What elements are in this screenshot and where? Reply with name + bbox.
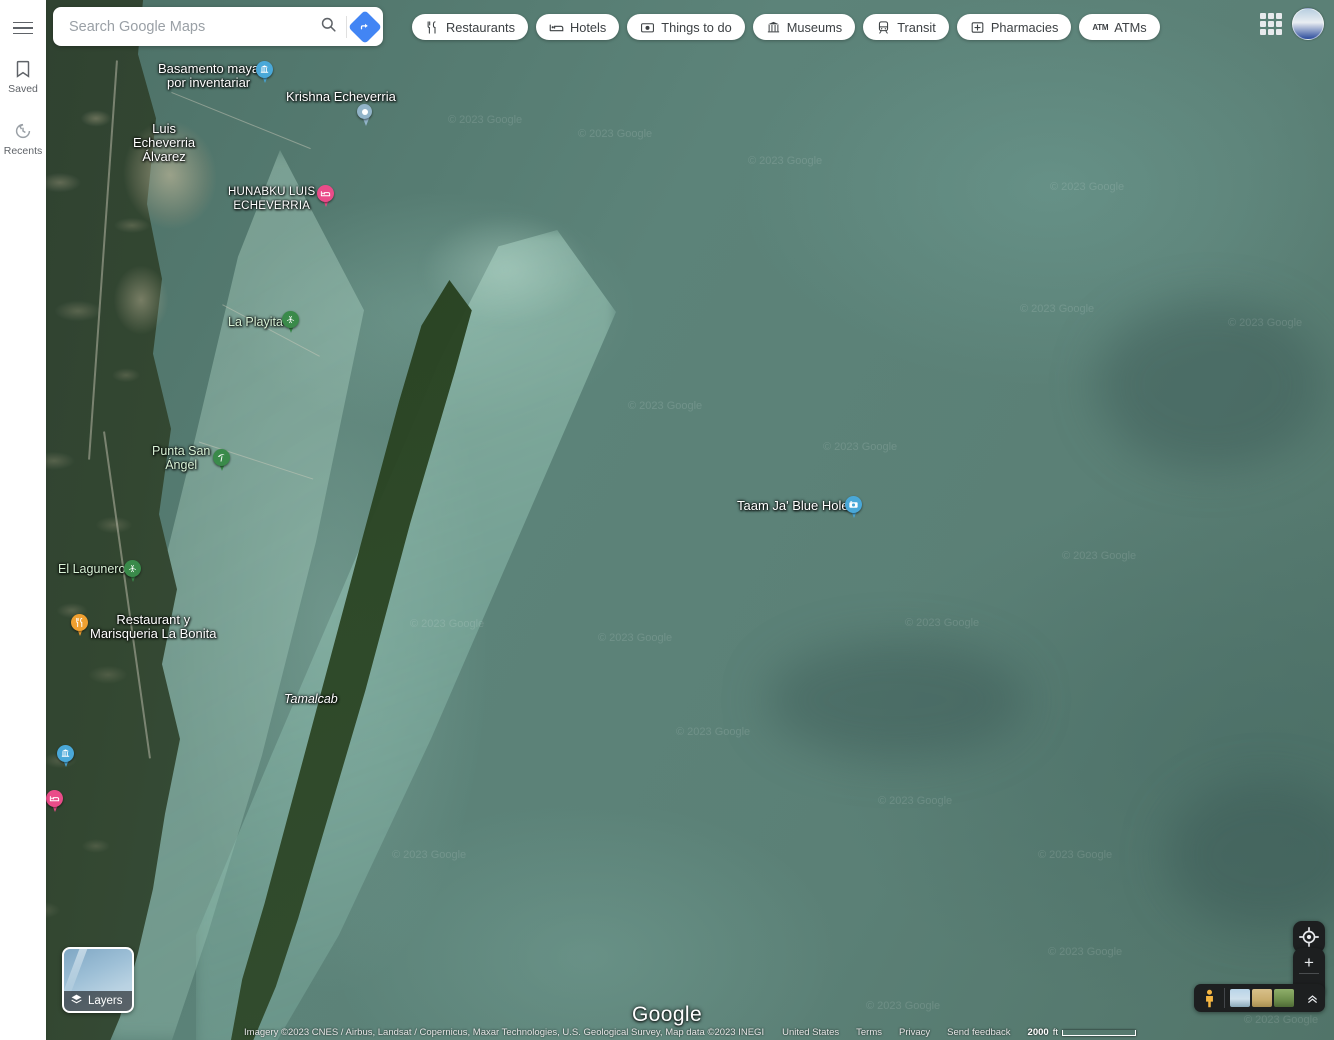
chip-things-to-do[interactable]: Things to do <box>627 14 744 40</box>
chip-atms[interactable]: ATM ATMs <box>1079 14 1159 40</box>
map-pin-beach[interactable] <box>213 449 230 471</box>
search-input[interactable] <box>67 7 310 46</box>
map-pin-dot[interactable] <box>357 104 374 126</box>
top-right-controls <box>1260 8 1324 40</box>
chip-label: Things to do <box>661 20 731 35</box>
street-view-bar <box>1194 984 1325 1012</box>
map-pin-restaurant[interactable] <box>71 614 88 636</box>
chip-pharmacies[interactable]: Pharmacies <box>957 14 1072 40</box>
chip-hotels[interactable]: Hotels <box>536 14 619 40</box>
map-pin-museum[interactable] <box>57 745 74 767</box>
village-cluster <box>106 255 176 345</box>
pin-head <box>845 496 862 513</box>
map-pin-photo[interactable] <box>845 496 862 518</box>
street-view-thumbnails <box>1225 989 1299 1007</box>
map-pin-park[interactable] <box>124 560 141 582</box>
pin-head <box>213 449 230 466</box>
hamburger-menu-icon[interactable] <box>7 17 39 39</box>
search-bar[interactable] <box>53 7 383 46</box>
transit-train-icon <box>876 20 891 35</box>
sidebar-item-recents[interactable]: Recents <box>0 120 46 157</box>
attribution-link-send-feedback[interactable]: Send feedback <box>947 1027 1010 1038</box>
chip-label: Restaurants <box>446 20 515 35</box>
museum-icon <box>766 20 781 35</box>
layers-label: Layers <box>88 995 123 1007</box>
category-chips: Restaurants Hotels Things to do Museums Tran… <box>412 14 1160 40</box>
map-pin-hotel[interactable] <box>317 185 334 207</box>
pin-head <box>317 185 334 202</box>
directions-icon <box>348 10 382 44</box>
restaurant-fork-knife-icon <box>425 20 440 35</box>
pin-head <box>124 560 141 577</box>
chip-label: ATMs <box>1114 20 1146 35</box>
deep-water-patch <box>1096 300 1326 470</box>
pin-head <box>357 104 372 119</box>
chip-label: Hotels <box>570 20 606 35</box>
attribution-links: United States Terms Privacy Send feedback <box>782 1027 1027 1038</box>
chevron-double-up-icon[interactable] <box>1299 991 1325 1006</box>
chip-label: Pharmacies <box>991 20 1059 35</box>
avatar[interactable] <box>1292 8 1324 40</box>
atm-icon: ATM <box>1092 23 1108 32</box>
pegman-street-view-icon[interactable] <box>1194 989 1224 1008</box>
chip-restaurants[interactable]: Restaurants <box>412 14 528 40</box>
scale-bar <box>1062 1030 1136 1036</box>
attribution-bar: Imagery ©2023 CNES / Airbus, Landsat / C… <box>46 1025 1334 1040</box>
map-pin-museum[interactable] <box>256 61 273 83</box>
directions-button[interactable] <box>347 8 383 46</box>
street-view-thumb[interactable] <box>1230 989 1250 1007</box>
history-clock-icon <box>12 120 34 142</box>
layers-stack-icon <box>70 993 83 1009</box>
chip-transit[interactable]: Transit <box>863 14 949 40</box>
zoom-in-button[interactable]: + <box>1298 951 1320 973</box>
pin-head <box>282 311 299 328</box>
pin-head <box>71 614 88 631</box>
hotel-bed-icon <box>549 20 564 35</box>
map-scale: 2000 ft <box>1028 1027 1136 1038</box>
bookmark-icon <box>12 58 34 80</box>
pin-head <box>57 745 74 762</box>
search-icon <box>319 15 338 39</box>
chip-label: Transit <box>897 20 936 35</box>
things-to-do-camera-icon <box>640 20 655 35</box>
street-view-thumb[interactable] <box>1274 989 1294 1007</box>
search-button[interactable] <box>310 8 346 46</box>
scale-unit: ft <box>1053 1027 1058 1038</box>
attribution-link-terms[interactable]: Terms <box>856 1027 882 1038</box>
sidebar-item-label: Recents <box>4 145 43 157</box>
pharmacy-cross-icon <box>970 20 985 35</box>
village-cluster <box>101 97 239 252</box>
map-pin-park[interactable] <box>282 311 299 333</box>
left-rail: Saved Recents <box>0 0 46 1040</box>
attribution-link-privacy[interactable]: Privacy <box>899 1027 930 1038</box>
google-apps-grid-icon[interactable] <box>1260 13 1282 35</box>
imagery-attribution: Imagery ©2023 CNES / Airbus, Landsat / C… <box>244 1027 764 1038</box>
map-pin-hotel[interactable] <box>46 790 63 812</box>
sidebar-item-saved[interactable]: Saved <box>0 58 46 95</box>
deep-water-patch <box>766 640 1026 760</box>
chip-label: Museums <box>787 20 842 35</box>
layers-button[interactable]: Layers <box>62 947 134 1013</box>
pin-head <box>46 790 63 807</box>
chip-museums[interactable]: Museums <box>753 14 855 40</box>
sidebar-item-label: Saved <box>8 83 38 95</box>
scale-value: 2000 <box>1028 1027 1049 1038</box>
attribution-link-united-states[interactable]: United States <box>782 1027 839 1038</box>
pin-head <box>256 61 273 78</box>
map-canvas[interactable]: © 2023 Google© 2023 Google© 2023 Google©… <box>46 0 1334 1040</box>
street-view-thumb[interactable] <box>1252 989 1272 1007</box>
